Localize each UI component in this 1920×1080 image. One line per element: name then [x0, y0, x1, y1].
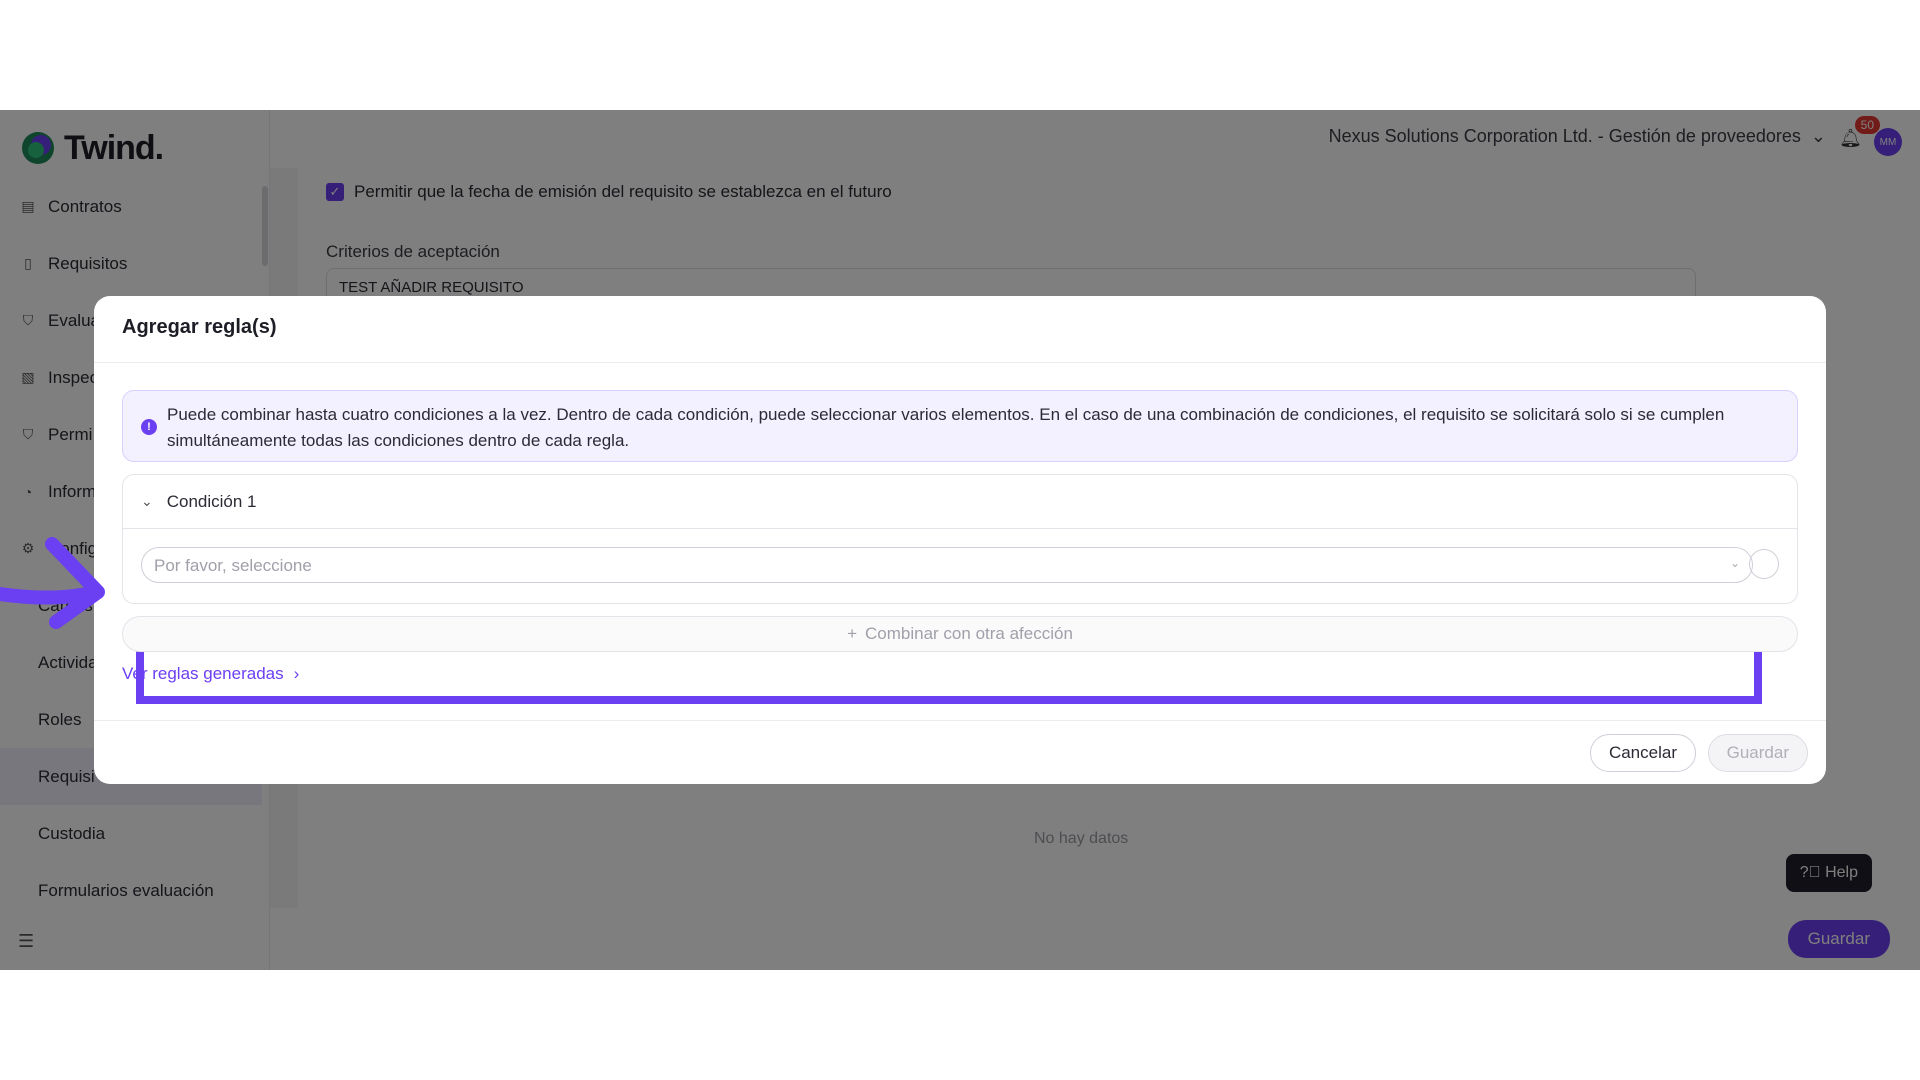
app-window: Twind. ▤Contratos ▯Requisitos ⛉Evalua ▧I… [0, 110, 1920, 970]
divider [94, 720, 1826, 721]
remove-condition-button[interactable] [1749, 549, 1779, 579]
info-alert: ! Puede combinar hasta cuatro condicione… [122, 390, 1798, 462]
chevron-right-icon: › [293, 664, 300, 683]
tutorial-arrow-icon [0, 537, 105, 629]
combine-condition-button[interactable]: + Combinar con otra afección [122, 616, 1798, 652]
add-rules-modal: Agregar regla(s) ! Puede combinar hasta … [94, 296, 1826, 784]
divider [94, 362, 1826, 363]
modal-save-button[interactable]: Guardar [1707, 734, 1808, 772]
condition-header[interactable]: ⌄ Condición 1 [123, 475, 1797, 529]
plus-icon: + [847, 624, 858, 643]
condition-select[interactable]: Por favor, seleccione ⌄ [141, 547, 1753, 583]
info-icon: ! [141, 419, 157, 435]
combine-label: Combinar con otra afección [865, 624, 1073, 643]
condition-panel: ⌄ Condición 1 Por favor, seleccione ⌄ [122, 474, 1798, 604]
chevron-down-icon: ⌄ [1729, 556, 1740, 570]
chevron-down-icon: ⌄ [141, 493, 153, 509]
info-text: Puede combinar hasta cuatro condiciones … [167, 405, 1725, 450]
cancel-button[interactable]: Cancelar [1589, 734, 1696, 772]
view-rules-label: Ver reglas generadas [122, 664, 284, 683]
condition-title: Condición 1 [166, 491, 257, 511]
select-placeholder: Por favor, seleccione [154, 556, 312, 575]
modal-title: Agregar regla(s) [122, 316, 277, 338]
view-generated-rules-link[interactable]: Ver reglas generadas › [122, 664, 299, 684]
